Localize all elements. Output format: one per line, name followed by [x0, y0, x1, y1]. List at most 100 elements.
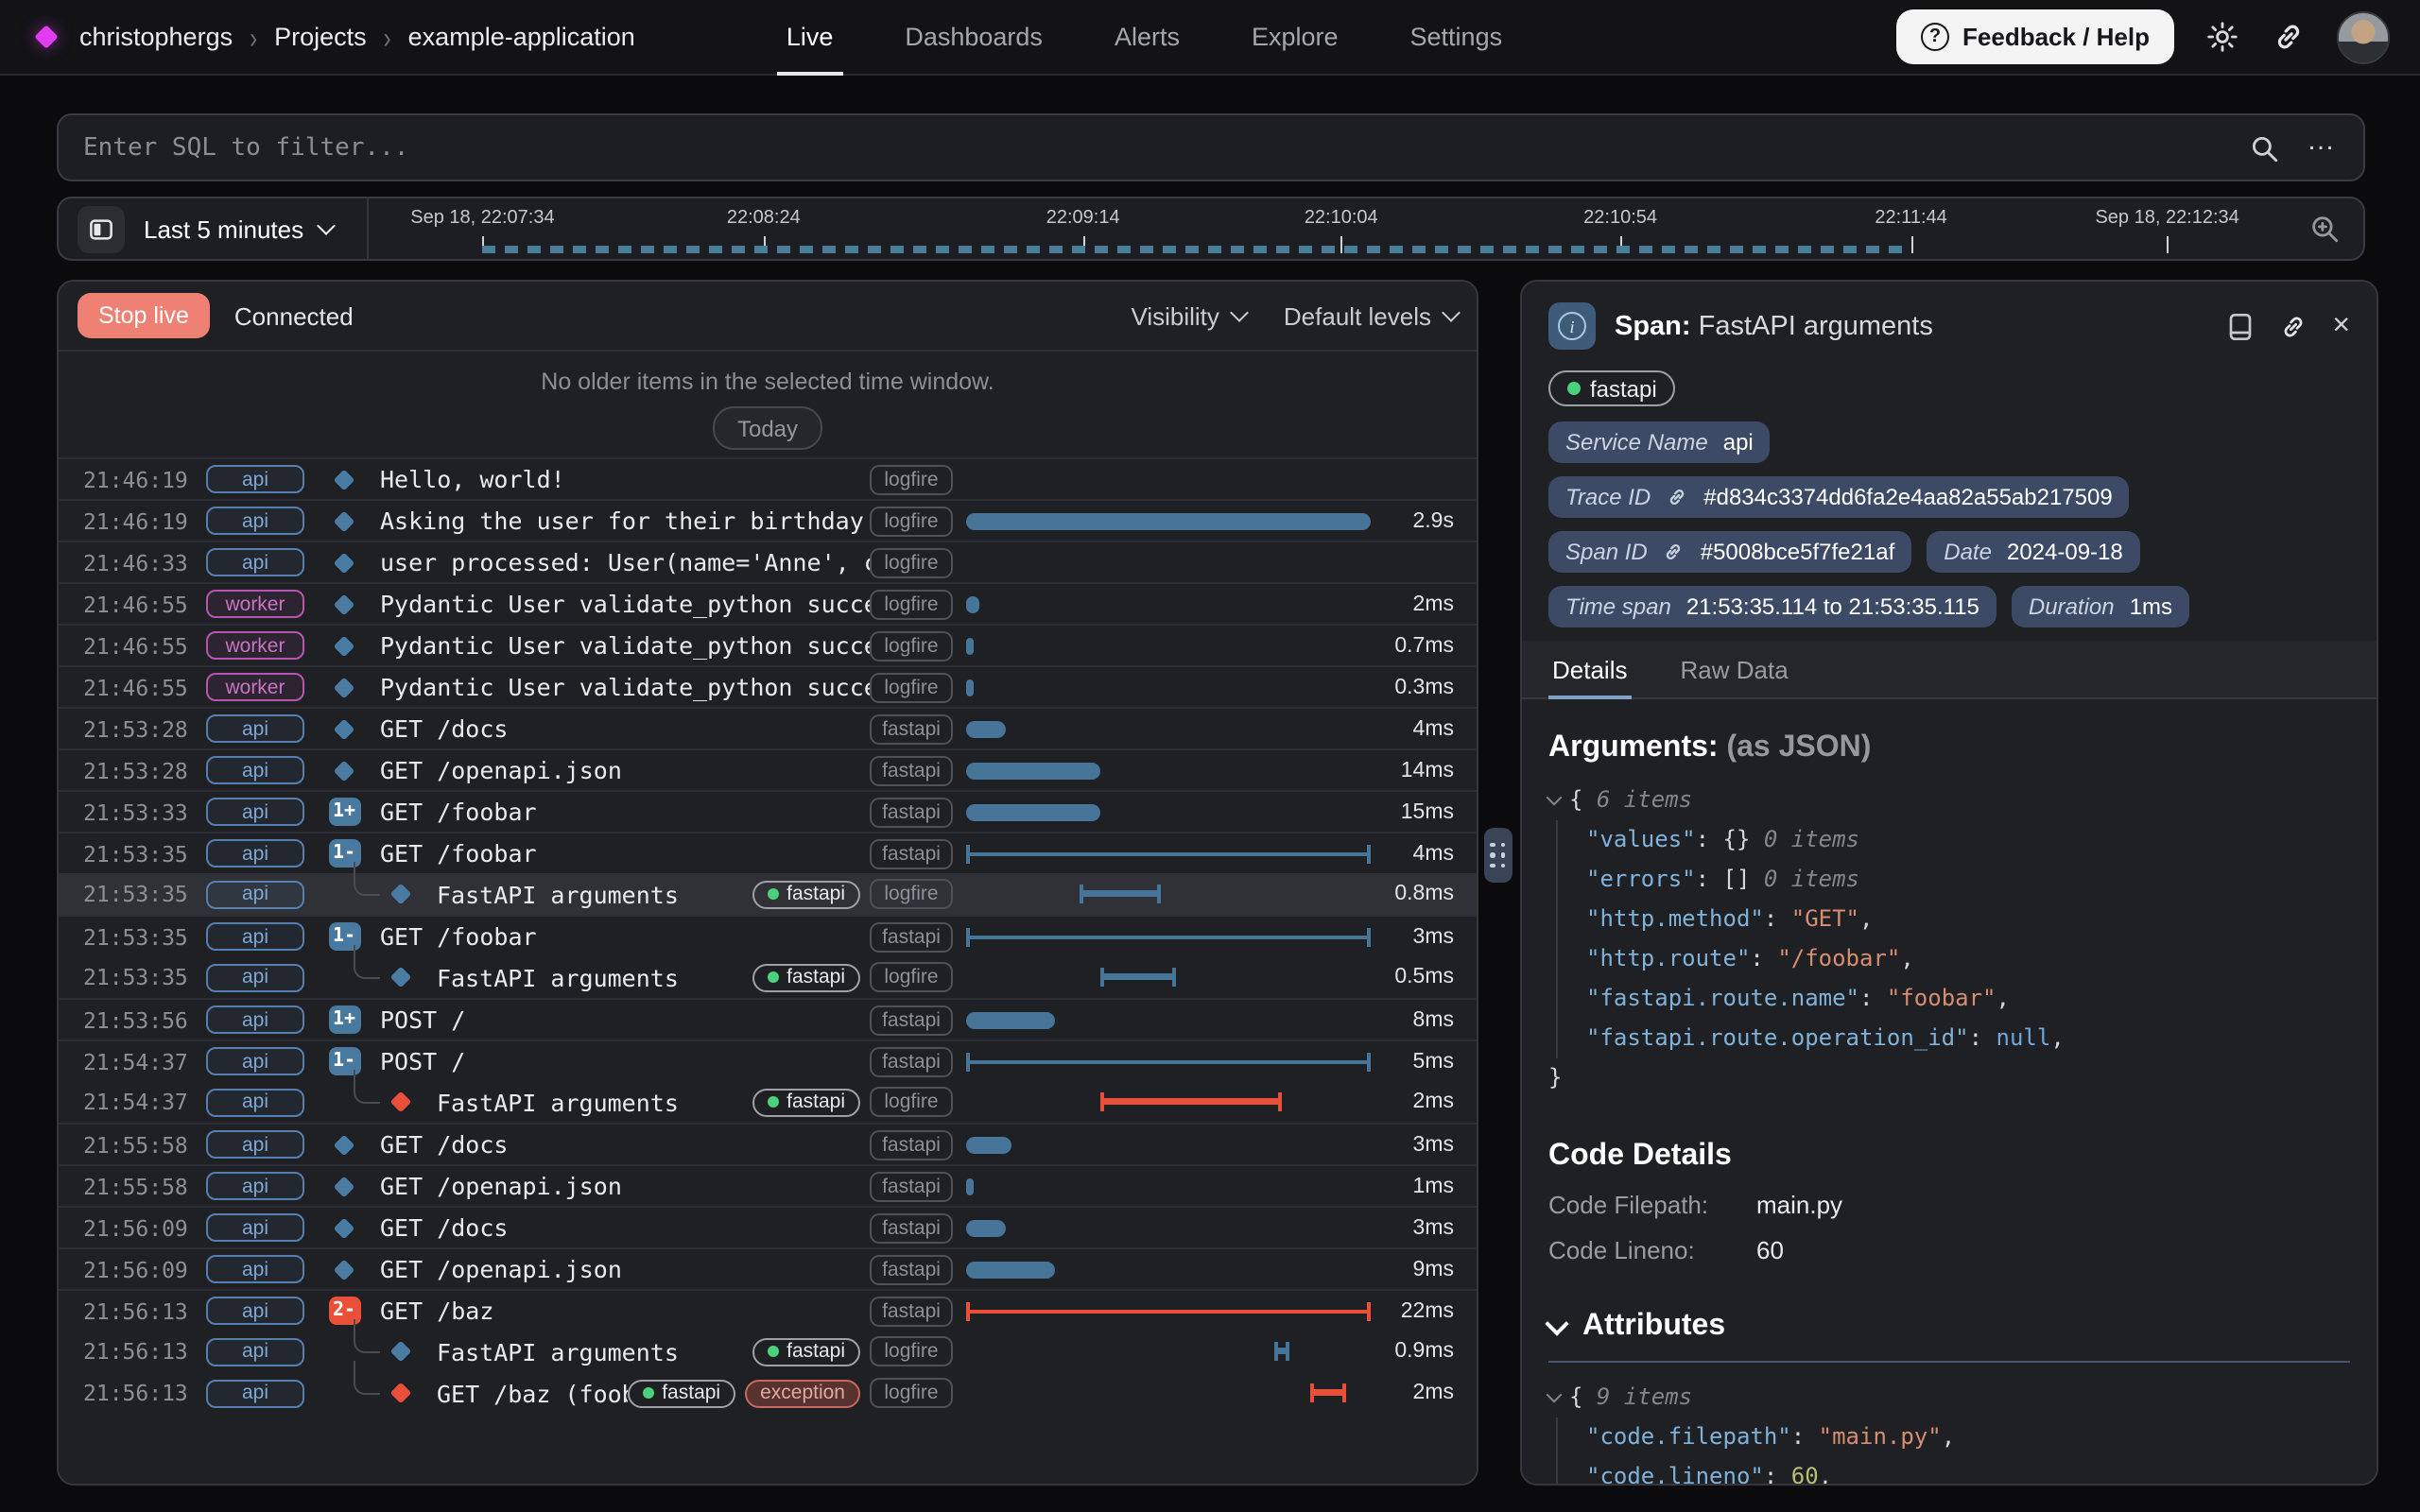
- trace-row[interactable]: 21:53:28apiGET /docsfastapi4ms: [59, 707, 1477, 748]
- json-token: "code.filepath": [1586, 1423, 1791, 1450]
- user-avatar[interactable]: [2337, 10, 2390, 63]
- time-range-dropdown[interactable]: Last 5 minutes: [144, 215, 332, 243]
- trace-row[interactable]: 21:46:55workerPydantic User validate_pyt…: [59, 665, 1477, 707]
- trace-row[interactable]: 21:46:55workerPydantic User validate_pyt…: [59, 582, 1477, 624]
- breadcrumb-org[interactable]: christophergs: [79, 23, 233, 51]
- scope-chip-fastapi: fastapi: [870, 1212, 953, 1243]
- row-timestamp: 21:53:35: [59, 964, 189, 990]
- collapse-count-badge[interactable]: 1+: [328, 1005, 360, 1034]
- feedback-help-button[interactable]: ? Feedback / Help: [1896, 9, 2174, 64]
- tab-dashboards[interactable]: Dashboards: [905, 0, 1043, 75]
- search-icon[interactable]: [2248, 131, 2280, 163]
- close-icon[interactable]: ×: [2332, 311, 2350, 341]
- trace-row[interactable]: 21:46:19apiHello, world!logfire: [59, 457, 1477, 499]
- metadata-pill-span-id[interactable]: Span ID#5008bce5f7fe21af: [1548, 531, 1911, 573]
- stop-live-button[interactable]: Stop live: [78, 293, 210, 338]
- attributes-heading[interactable]: Attributes: [1548, 1310, 2350, 1344]
- trace-row[interactable]: 21:46:55workerPydantic User validate_pyt…: [59, 624, 1477, 665]
- breadcrumb-projects[interactable]: Projects: [274, 23, 367, 51]
- breadcrumb-project[interactable]: example-application: [408, 23, 635, 51]
- dock-panel-icon[interactable]: [2226, 311, 2253, 341]
- timeline-ruler[interactable]: Sep 18, 22:07:3422:08:2422:09:1422:10:04…: [368, 198, 2280, 259]
- span-diamond-icon: [334, 1259, 355, 1280]
- trace-row[interactable]: 21:56:09apiGET /openapi.jsonfastapi9ms: [59, 1247, 1477, 1289]
- metadata-pill-time-span[interactable]: Time span21:53:35.114 to 21:53:35.115: [1548, 586, 1996, 627]
- trace-row[interactable]: 21:54:37api1-POST /fastapi5ms: [59, 1040, 1477, 1081]
- collapse-chevron-icon[interactable]: [1547, 1387, 1563, 1403]
- json-line: { 6 items: [1548, 781, 2350, 820]
- visibility-dropdown[interactable]: Visibility: [1131, 301, 1245, 330]
- trace-row[interactable]: 21:56:13api2-GET /bazfastapi22ms: [59, 1289, 1477, 1331]
- collapse-panel-icon[interactable]: [78, 205, 125, 252]
- default-levels-dropdown[interactable]: Default levels: [1284, 301, 1458, 330]
- trace-row[interactable]: 21:53:28apiGET /openapi.jsonfastapi14ms: [59, 748, 1477, 790]
- row-duration: 0.9ms: [1371, 1340, 1477, 1363]
- metadata-pill-trace-id[interactable]: Trace ID#d834c3374dd6fa2e4aa82a55ab21750…: [1548, 476, 2130, 518]
- scope-chip-logfire: logfire: [870, 547, 953, 577]
- trace-row[interactable]: 21:53:33api1+GET /foobarfastapi15ms: [59, 790, 1477, 832]
- trace-row[interactable]: 21:55:58apiGET /openapi.jsonfastapi1ms: [59, 1164, 1477, 1206]
- logfire-logo-icon[interactable]: [34, 25, 58, 48]
- zoom-in-icon[interactable]: [2308, 213, 2341, 245]
- duration-bar: [966, 927, 1371, 946]
- row-duration: 2ms: [1371, 593, 1477, 615]
- question-icon: ?: [1921, 23, 1949, 51]
- fastapi-tag-chip[interactable]: fastapi: [1548, 370, 1676, 406]
- trace-row[interactable]: 21:53:35api1-GET /foobarfastapi3ms: [59, 915, 1477, 956]
- trace-row[interactable]: 21:56:13apiGET /baz (foobar)fastapiexcep…: [59, 1372, 1477, 1414]
- collapse-chevron-icon[interactable]: [1547, 790, 1563, 806]
- empty-state: No older items in the selected time wind…: [59, 352, 1477, 457]
- trace-row[interactable]: 21:53:35apiFastAPI argumentsfastapilogfi…: [59, 956, 1477, 998]
- row-tag-api: api: [206, 465, 304, 493]
- trace-row[interactable]: 21:46:19apiAsking the user for their bir…: [59, 499, 1477, 541]
- trace-row[interactable]: 21:46:33apiuser processed: User(name='An…: [59, 541, 1477, 582]
- tab-explore[interactable]: Explore: [1252, 0, 1339, 75]
- detail-tab-details[interactable]: Details: [1548, 641, 1632, 697]
- tab-settings[interactable]: Settings: [1410, 0, 1503, 75]
- today-button[interactable]: Today: [713, 406, 822, 450]
- panel-resize-handle[interactable]: [1484, 828, 1512, 883]
- pill-label: Service Name: [1565, 429, 1708, 455]
- trace-row[interactable]: 21:56:09apiGET /docsfastapi3ms: [59, 1206, 1477, 1247]
- detail-tab-raw-data[interactable]: Raw Data: [1677, 641, 1792, 697]
- row-message: POST /: [380, 1047, 870, 1075]
- row-tag-api: api: [206, 1379, 304, 1407]
- arguments-json-tree[interactable]: { 6 items"values": {} 0 items"errors": […: [1548, 781, 2350, 1098]
- sql-filter-input[interactable]: Enter SQL to filter...: [83, 133, 2221, 162]
- trace-row[interactable]: 21:56:13apiFastAPI argumentsfastapilogfi…: [59, 1331, 1477, 1372]
- waterfall-cell: [966, 917, 1371, 956]
- json-token: "errors": [1586, 866, 1696, 892]
- row-duration: 0.5ms: [1371, 966, 1477, 988]
- duration-bar: [966, 844, 1371, 863]
- tab-live[interactable]: Live: [786, 0, 834, 75]
- attributes-json-tree[interactable]: { 9 items"code.filepath": "main.py","cod…: [1548, 1378, 2350, 1486]
- row-message: Pydantic User validate_python succes: [380, 673, 870, 701]
- json-token: "/foobar": [1777, 945, 1900, 971]
- metadata-pill-service-name[interactable]: Service Nameapi: [1548, 421, 1771, 463]
- empty-notice: No older items in the selected time wind…: [59, 352, 1477, 395]
- row-tag-api: api: [206, 1130, 304, 1159]
- trace-row[interactable]: 21:54:37apiFastAPI argumentsfastapilogfi…: [59, 1081, 1477, 1123]
- trace-row[interactable]: 21:55:58apiGET /docsfastapi3ms: [59, 1123, 1477, 1164]
- metadata-pill-date[interactable]: Date2024-09-18: [1927, 531, 2140, 573]
- chip-label: fastapi: [786, 1340, 845, 1363]
- row-marker: [325, 501, 363, 541]
- metadata-pill-duration[interactable]: Duration1ms: [2012, 586, 2189, 627]
- row-duration: 2ms: [1371, 1382, 1477, 1404]
- json-line: { 9 items: [1548, 1378, 2350, 1418]
- collapse-count-badge[interactable]: 1+: [328, 798, 360, 826]
- trace-row[interactable]: 21:53:35api1-GET /foobarfastapi4ms: [59, 832, 1477, 873]
- trace-row[interactable]: 21:53:56api1+POST /fastapi8ms: [59, 998, 1477, 1040]
- attributes-heading-text: Attributes: [1582, 1310, 1725, 1344]
- theme-toggle-icon[interactable]: [2204, 19, 2240, 55]
- json-token: :: [1859, 985, 1887, 1011]
- copy-link-icon[interactable]: [2277, 311, 2308, 341]
- row-marker: [325, 626, 363, 665]
- duration-bar: [1080, 885, 1161, 903]
- trace-row-selected[interactable]: 21:53:35apiFastAPI argumentsfastapilogfi…: [59, 873, 1477, 915]
- share-link-icon[interactable]: [2271, 19, 2307, 55]
- tab-alerts[interactable]: Alerts: [1115, 0, 1180, 75]
- row-timestamp: 21:56:13: [59, 1380, 189, 1406]
- row-tag-worker: worker: [206, 631, 304, 660]
- row-tag-api: api: [206, 714, 304, 743]
